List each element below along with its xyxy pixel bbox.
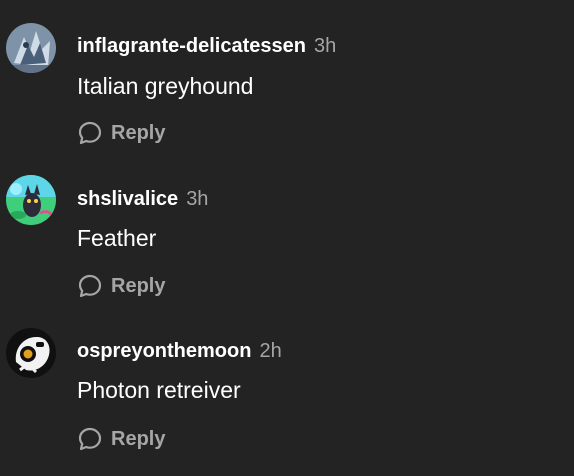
reply-label: Reply xyxy=(111,275,166,297)
avatar[interactable] xyxy=(6,328,56,378)
timestamp: 2h xyxy=(259,340,282,362)
comment-text: Photon retreiver xyxy=(77,377,241,403)
reply-label: Reply xyxy=(111,428,166,450)
timestamp: 3h xyxy=(186,188,209,210)
avatar[interactable] xyxy=(6,175,56,225)
username[interactable]: ospreyonthemoon xyxy=(77,340,251,362)
reply-button[interactable]: Reply xyxy=(77,426,165,452)
speech-bubble-icon xyxy=(77,273,103,299)
username[interactable]: shslivalice xyxy=(77,188,178,210)
comment-text: Feather xyxy=(77,225,157,251)
speech-bubble-icon xyxy=(77,426,103,452)
comment-item: ospreyonthemoon 2h Photon retreiver Reply xyxy=(0,0,574,451)
comment-header: ospreyonthemoon 2h xyxy=(77,339,282,363)
comment-header: shslivalice 3h xyxy=(77,187,208,211)
reply-button[interactable]: Reply xyxy=(77,273,165,299)
